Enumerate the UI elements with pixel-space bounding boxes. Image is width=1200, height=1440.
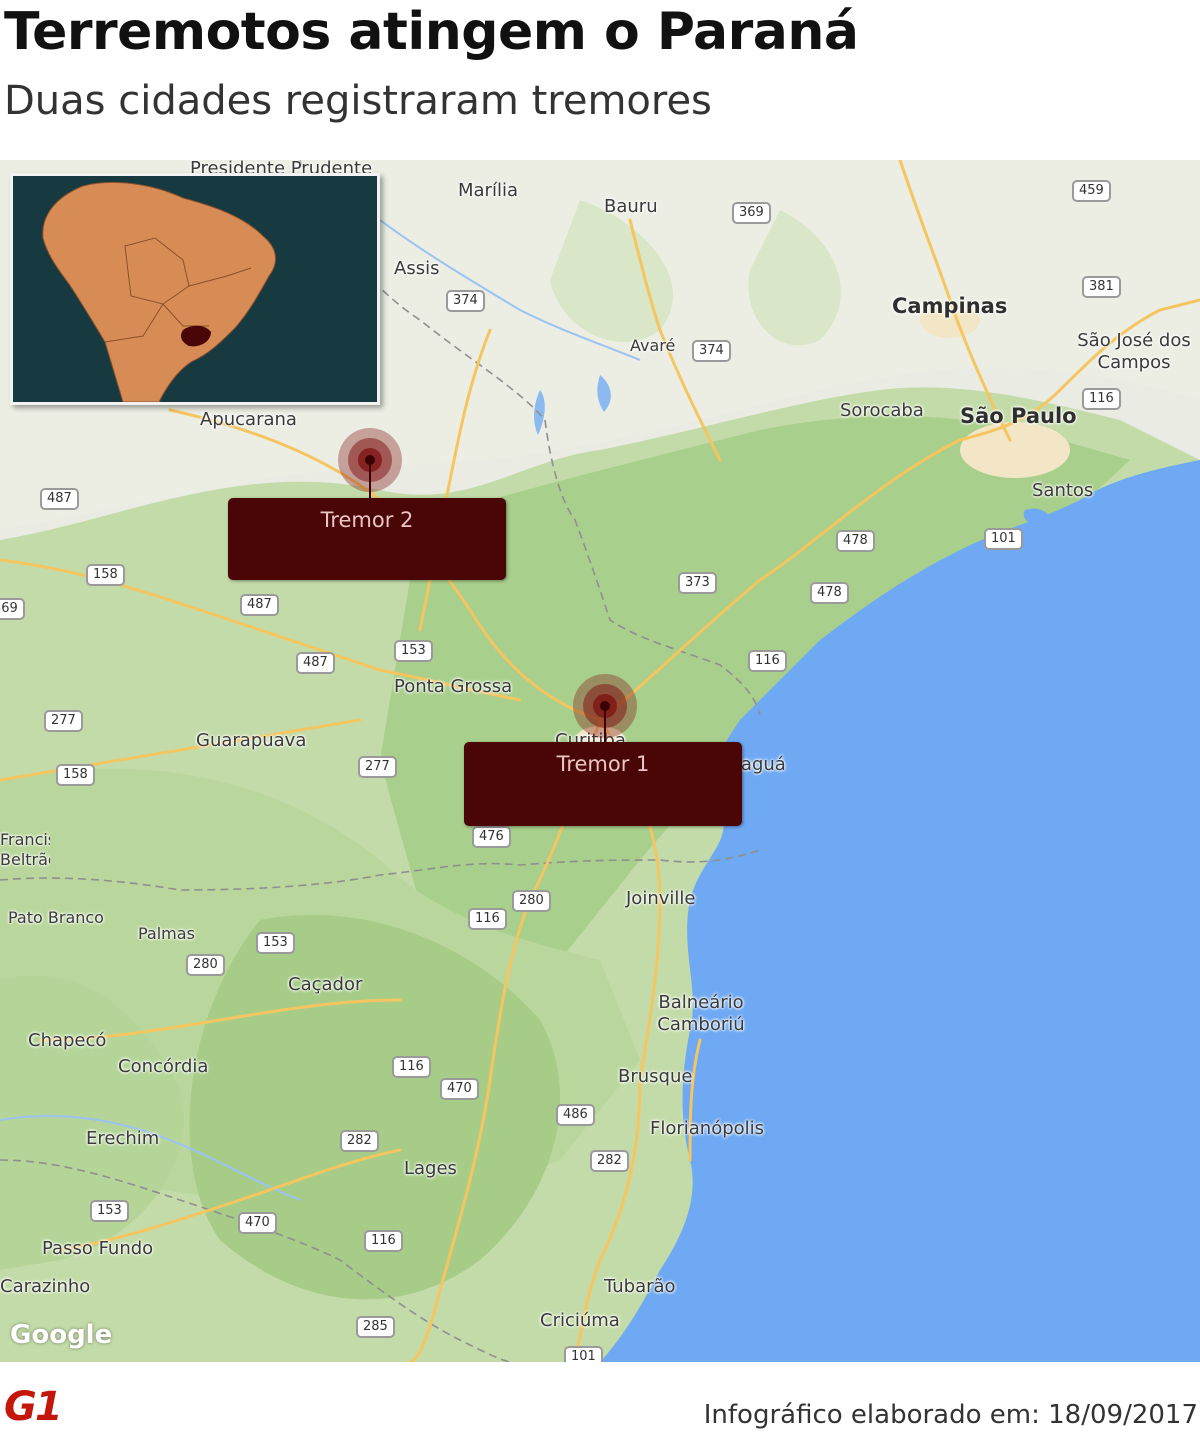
google-attribution: Google xyxy=(10,1320,113,1350)
map[interactable]: Presidente Prudente Marília Bauru Assis … xyxy=(0,160,1200,1362)
quake-label-tremor-1[interactable]: Tremor 1 xyxy=(464,742,742,826)
infographic-credit: Infográfico elaborado em: 18/09/2017 xyxy=(703,1400,1198,1430)
g1-logo: G1 xyxy=(4,1384,63,1430)
page-title: Terremotos atingem o Paraná xyxy=(4,2,859,62)
page-subtitle: Duas cidades registraram tremores xyxy=(4,78,712,124)
quake-marker-tremor-2 xyxy=(338,428,402,500)
quake-label-tremor-2[interactable]: Tremor 2 xyxy=(228,498,506,580)
quake-marker-tremor-1 xyxy=(573,674,637,744)
